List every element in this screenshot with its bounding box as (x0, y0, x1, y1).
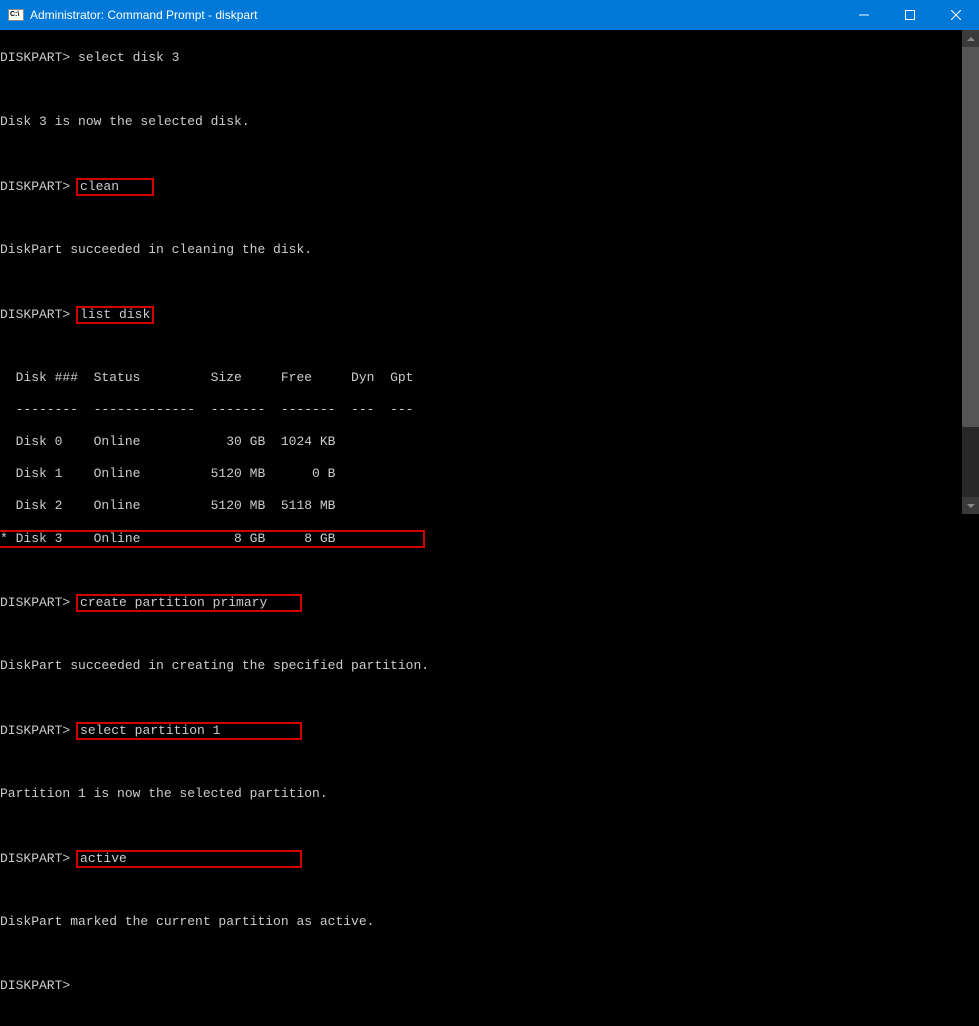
prompt: DISKPART> (0, 723, 70, 738)
table-row-selected-highlight: * Disk 3 Online 8 GB 8 GB (0, 530, 425, 548)
title-bar[interactable]: Administrator: Command Prompt - diskpart (0, 0, 979, 30)
output-line: DiskPart marked the current partition as… (0, 914, 962, 930)
output-line: DiskPart succeeded in creating the speci… (0, 658, 962, 674)
scrollbar[interactable] (962, 30, 979, 514)
close-button[interactable] (933, 0, 979, 30)
prompt: DISKPART> (0, 307, 70, 322)
minimize-button[interactable] (841, 0, 887, 30)
terminal-content[interactable]: DISKPART> select disk 3 Disk 3 is now th… (0, 30, 962, 514)
cmd-createpart-highlight: create partition primary (76, 594, 302, 612)
output-line: DiskPart succeeded in cleaning the disk. (0, 242, 962, 258)
table-row: Disk 2 Online 5120 MB 5118 MB (0, 498, 962, 514)
cmd-selpart-highlight: select partition 1 (76, 722, 302, 740)
cmd-active-highlight: active (76, 850, 302, 868)
prompt: DISKPART> (0, 595, 70, 610)
prompt: DISKPART> (0, 978, 70, 993)
window-title: Administrator: Command Prompt - diskpart (30, 8, 841, 22)
prompt: DISKPART> (0, 851, 70, 866)
scroll-down-button[interactable] (962, 497, 979, 514)
prompt: DISKPART> (0, 179, 70, 194)
output-line: Partition 1 is now the selected partitio… (0, 786, 962, 802)
maximize-button[interactable] (887, 0, 933, 30)
terminal-area[interactable]: DISKPART> select disk 3 Disk 3 is now th… (0, 30, 979, 514)
output-line: Disk 3 is now the selected disk. (0, 114, 962, 130)
cmd-clean-highlight: clean (76, 178, 154, 196)
table-rule: -------- ------------- ------- ------- -… (0, 402, 962, 418)
prompt: DISKPART> (0, 50, 70, 65)
cmd-listdisk-highlight: list disk (76, 306, 154, 324)
table-row: Disk 0 Online 30 GB 1024 KB (0, 434, 962, 450)
cmd-select-disk: select disk 3 (78, 50, 179, 65)
scroll-up-button[interactable] (962, 30, 979, 47)
table-row: Disk 1 Online 5120 MB 0 B (0, 466, 962, 482)
table-header: Disk ### Status Size Free Dyn Gpt (0, 370, 962, 386)
window-controls (841, 0, 979, 30)
cmd-icon (8, 9, 24, 21)
scroll-thumb[interactable] (962, 47, 979, 427)
